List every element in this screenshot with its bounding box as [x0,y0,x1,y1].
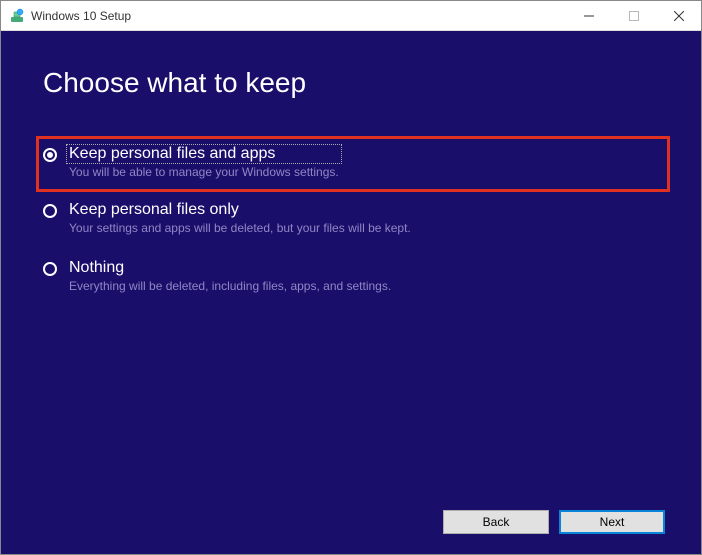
option-text: Keep personal files only Your settings a… [69,201,411,235]
back-button[interactable]: Back [443,510,549,534]
setup-window: Windows 10 Setup Choose what to keep Kee… [0,0,702,555]
page-heading: Choose what to keep [43,67,659,99]
option-text: Nothing Everything will be deleted, incl… [69,259,391,293]
footer-buttons: Back Next [443,510,665,534]
close-button[interactable] [656,1,701,30]
option-description: Everything will be deleted, including fi… [69,279,391,293]
setup-icon [9,8,25,24]
radio-icon [43,262,57,276]
maximize-button [611,1,656,30]
content-area: Choose what to keep Keep personal files … [1,31,701,554]
radio-icon [43,148,57,162]
option-keep-files-apps[interactable]: Keep personal files and apps You will be… [36,136,670,192]
window-controls [566,1,701,30]
radio-icon [43,204,57,218]
option-description: You will be able to manage your Windows … [69,165,339,179]
titlebar: Windows 10 Setup [1,1,701,31]
window-title: Windows 10 Setup [31,9,566,23]
option-nothing[interactable]: Nothing Everything will be deleted, incl… [43,257,659,295]
option-keep-files-only[interactable]: Keep personal files only Your settings a… [43,199,659,237]
option-text: Keep personal files and apps You will be… [69,145,339,179]
minimize-button[interactable] [566,1,611,30]
option-label: Keep personal files only [69,201,411,219]
next-button[interactable]: Next [559,510,665,534]
option-description: Your settings and apps will be deleted, … [69,221,411,235]
option-label: Keep personal files and apps [66,144,342,164]
options-group: Keep personal files and apps You will be… [43,145,659,295]
option-label: Nothing [69,259,391,277]
